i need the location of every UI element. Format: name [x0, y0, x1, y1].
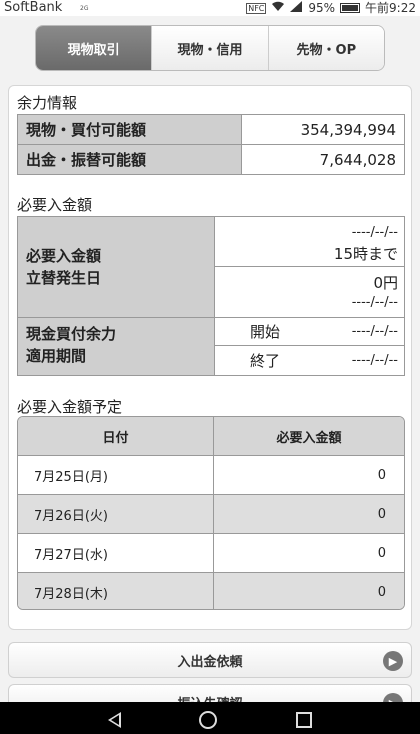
required-deposit-table: 必要入金額 立替発生日 ----/--/-- 15時まで 0円 ----/--/… [17, 216, 405, 376]
period-start-value: ----/--/-- [351, 324, 398, 339]
deadline-text: 15時まで [333, 245, 398, 263]
applicable-period-label: 適用期間 [26, 347, 87, 365]
clock: 午前9:22 [365, 1, 416, 15]
required-deposit-title: 必要入金額 [17, 196, 93, 214]
account-info-card: 余力情報 現物・買付可能額 354,394,994 出金・振替可能額 7,644… [8, 85, 412, 630]
required-amount-label: 必要入金額 [26, 247, 102, 265]
battery-icon [340, 3, 361, 13]
period-start-label: 開始 [250, 323, 281, 341]
divider [214, 266, 404, 267]
table-row: 現物・買付可能額 354,394,994 [17, 114, 405, 145]
cash-purchase-capacity-label: 現金買付余力 [26, 325, 117, 343]
schedule-date: 7月27日(水) [18, 534, 214, 572]
required-amount-value: 0円 [373, 274, 398, 292]
deposit-schedule-title: 必要入金額予定 [17, 398, 123, 416]
tab-futures-options[interactable]: 先物・OP [267, 26, 384, 70]
wifi-icon [271, 0, 285, 16]
carrier-name: SoftBank [4, 0, 63, 15]
schedule-date: 7月28日(木) [18, 573, 214, 609]
table-row: 出金・振替可能額 7,644,028 [17, 144, 405, 175]
network-type: 2G [80, 5, 89, 12]
nfc-icon: NFC [246, 2, 267, 14]
table-row: 7月25日(月) 0 [18, 455, 404, 494]
amount-column-header: 必要入金額 [276, 430, 342, 446]
deposit-schedule-table: 日付 必要入金額 7月25日(月) 0 7月26日(火) 0 7月27日(水) … [17, 416, 405, 610]
chevron-right-icon: ▶ [383, 651, 403, 671]
status-icons: NFC 95% 午前9:22 [246, 0, 416, 16]
schedule-amount: 0 [377, 506, 386, 522]
margin-info-title: 余力情報 [17, 94, 78, 112]
tab-cash-margin[interactable]: 現物・信用 [151, 26, 268, 70]
withdrawable-value: 7,644,028 [241, 144, 405, 175]
deposit-withdrawal-request-label: 入出金依頼 [177, 654, 243, 670]
purchase-capacity-label: 現物・買付可能額 [17, 114, 242, 145]
back-icon[interactable] [108, 712, 121, 728]
margin-info-table: 現物・買付可能額 354,394,994 出金・振替可能額 7,644,028 [17, 114, 405, 175]
trade-type-tabs: 現物取引 現物・信用 先物・OP [35, 25, 385, 71]
divider [18, 317, 404, 318]
table-row: 7月26日(火) 0 [18, 494, 404, 533]
divider [214, 345, 404, 346]
table-row: 7月27日(水) 0 [18, 533, 404, 572]
schedule-amount: 0 [377, 467, 386, 483]
home-icon[interactable] [199, 711, 217, 729]
divider [214, 217, 215, 375]
period-end-value: ----/--/-- [351, 353, 398, 368]
status-bar: SoftBank 2G NFC 95% 午前9:22 [0, 0, 420, 16]
schedule-amount: 0 [377, 584, 386, 600]
table-row: 7月28日(木) 0 [18, 572, 404, 609]
schedule-date: 7月26日(火) [18, 495, 214, 533]
period-end-label: 終了 [250, 352, 281, 370]
date-column-header: 日付 [18, 417, 214, 455]
table-header: 日付 必要入金額 [18, 417, 404, 455]
battery-percent: 95% [308, 1, 336, 15]
required-date-bottom: ----/--/-- [351, 295, 398, 310]
required-date-top: ----/--/-- [351, 225, 398, 240]
schedule-date: 7月25日(月) [18, 456, 214, 494]
recent-apps-icon[interactable] [296, 712, 312, 728]
deposit-withdrawal-request-button[interactable]: 入出金依頼 ▶ [8, 642, 412, 678]
android-nav-bar [0, 702, 420, 734]
tab-cash-trading[interactable]: 現物取引 [36, 26, 152, 70]
advance-date-label: 立替発生日 [26, 269, 102, 287]
signal-icon [290, 0, 303, 16]
withdrawable-label: 出金・振替可能額 [17, 144, 242, 175]
schedule-amount: 0 [377, 545, 386, 561]
purchase-capacity-value: 354,394,994 [241, 114, 405, 145]
